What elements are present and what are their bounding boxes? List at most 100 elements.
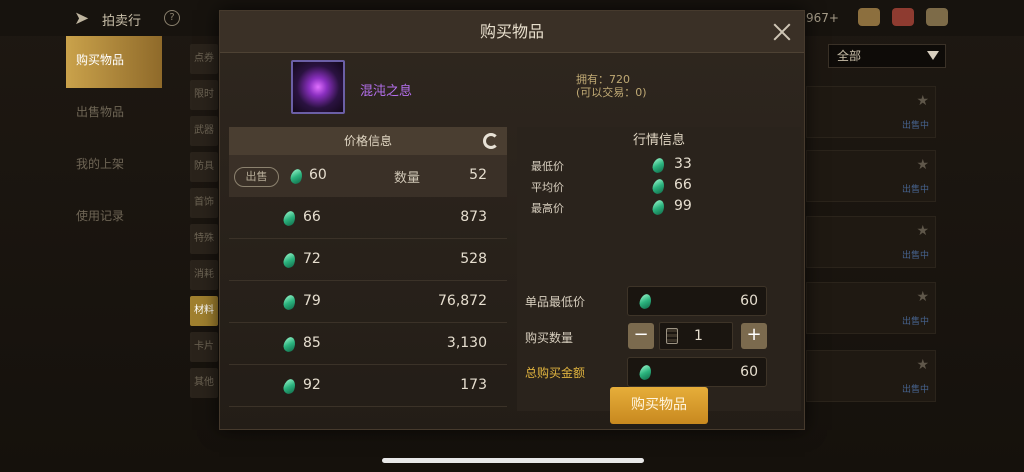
listing-row[interactable]: ★ 出售中 [806,150,936,202]
market-info-panel: 行情信息 最低价 33 平均价 66 最高价 99 单品最低价 60 购买数量 … [517,127,801,411]
star-icon[interactable]: ★ [916,157,929,173]
market-avg-line: 平均价 66 [517,176,801,197]
mail-icon[interactable] [892,8,914,26]
price-info-header: 价格信息 [229,127,507,155]
market-label: 平均价 [531,181,564,194]
buy-item-modal: 购买物品 混沌之息 拥有：720 (可以交易：0) 价格信息 出售 60 数量 … [219,10,805,430]
gem-icon [650,177,667,196]
gem-icon [637,292,654,311]
calculator-icon[interactable] [666,328,678,344]
market-label: 最高价 [531,202,564,215]
quantity-value: 1 [694,328,703,344]
row-quantity: 3,130 [446,335,487,351]
category-strip: 点券 限时 武器 防具 首饰 特殊 消耗 材料 卡片 其他 [190,44,220,404]
help-icon[interactable]: ? [164,10,180,26]
market-value: 99 [674,198,692,214]
star-icon[interactable]: ★ [916,289,929,305]
left-nav: 购买物品 出售物品 我的上架 使用记录 [66,36,162,436]
filter-dropdown[interactable]: 全部 [828,44,946,68]
modal-title: 购买物品 [479,22,544,41]
item-name: 混沌之息 [360,84,413,99]
row-quantity: 873 [460,209,487,225]
price-row[interactable]: 85 3,130 [229,323,507,365]
listing-status: 出售中 [901,317,929,327]
listing-status: 出售中 [901,185,929,195]
unit-min-value: 60 [740,293,758,309]
gem-icon [288,167,305,186]
category-tab[interactable]: 武器 [190,116,218,146]
owned-info: 拥有：720 (可以交易：0) [576,73,647,99]
item-icon [291,60,345,114]
listing-row[interactable]: ★ 出售中 [806,350,936,402]
row-quantity: 528 [460,251,487,267]
gem-icon [281,209,298,228]
category-tab[interactable]: 卡片 [190,332,218,362]
quantity-input[interactable]: 1 [659,322,733,350]
home-indicator[interactable] [382,458,644,463]
total-value: 60 [740,364,758,380]
row-quantity: 76,872 [438,293,487,309]
gem-icon [281,293,298,312]
listing-status: 出售中 [901,385,929,395]
row-price: 92 [303,377,321,393]
market-label: 最低价 [531,160,564,173]
currency-amount: 967+ [806,11,839,25]
market-max-line: 最高价 99 [517,197,801,218]
listing-row[interactable]: ★ 出售中 [806,216,936,268]
gem-icon [281,251,298,270]
modal-header: 购买物品 [220,11,804,53]
nav-buy[interactable]: 购买物品 [66,36,162,88]
listing-status: 出售中 [901,251,929,261]
tradable-count: (可以交易：0) [576,86,647,99]
total-amount-field: 60 [627,357,767,387]
category-tab-active[interactable]: 材料 [190,296,218,326]
refresh-icon[interactable] [483,133,499,149]
price-info-panel: 价格信息 出售 60 数量 52 66 873 72 528 79 76,872 [229,127,507,411]
price-row[interactable]: 92 173 [229,365,507,407]
row-price: 66 [303,209,321,225]
unit-min-price-field: 60 [627,286,767,316]
nav-my-listings[interactable]: 我的上架 [66,140,162,192]
buy-item-button[interactable]: 购买物品 [610,387,708,424]
screen-title: 拍卖行 [102,14,142,29]
listing-row[interactable]: ★ 出售中 [806,282,936,334]
gem-icon [637,363,654,382]
category-tab[interactable]: 其他 [190,368,218,398]
price-row[interactable]: 79 76,872 [229,281,507,323]
close-icon[interactable] [770,20,794,44]
row-price: 72 [303,251,321,267]
category-tab[interactable]: 特殊 [190,224,218,254]
nav-sell[interactable]: 出售物品 [66,88,162,140]
chat-icon[interactable] [926,8,948,26]
listing-status: 出售中 [901,121,929,131]
market-info-header: 行情信息 [632,133,685,148]
star-icon[interactable]: ★ [916,93,929,109]
listing-row[interactable]: ★ 出售中 [806,86,936,138]
unit-min-label: 单品最低价 [525,295,586,309]
quantity-label: 数量 [394,171,421,186]
price-row[interactable]: 72 528 [229,239,507,281]
gem-icon [650,156,667,175]
category-tab[interactable]: 限时 [190,80,218,110]
back-arrow-icon[interactable]: ➤ [74,8,89,29]
category-tab[interactable]: 消耗 [190,260,218,290]
price-row-selected[interactable]: 出售 60 数量 52 [229,155,507,197]
gem-icon [650,198,667,217]
star-icon[interactable]: ★ [916,357,929,373]
category-tab[interactable]: 点券 [190,44,218,74]
row-price: 79 [303,293,321,309]
gem-icon [281,377,298,396]
quantity-plus-button[interactable]: + [741,323,767,349]
category-tab[interactable]: 首饰 [190,188,218,218]
bag-icon[interactable] [858,8,880,26]
price-row[interactable]: 66 873 [229,197,507,239]
row-quantity: 173 [460,377,487,393]
quantity-minus-button[interactable]: − [628,323,654,349]
market-min-line: 最低价 33 [517,155,801,176]
sell-badge: 出售 [234,167,279,187]
total-label: 总购买金额 [525,366,586,380]
quantity-label: 购买数量 [525,331,574,345]
nav-history[interactable]: 使用记录 [66,192,162,244]
category-tab[interactable]: 防具 [190,152,218,182]
star-icon[interactable]: ★ [916,223,929,239]
